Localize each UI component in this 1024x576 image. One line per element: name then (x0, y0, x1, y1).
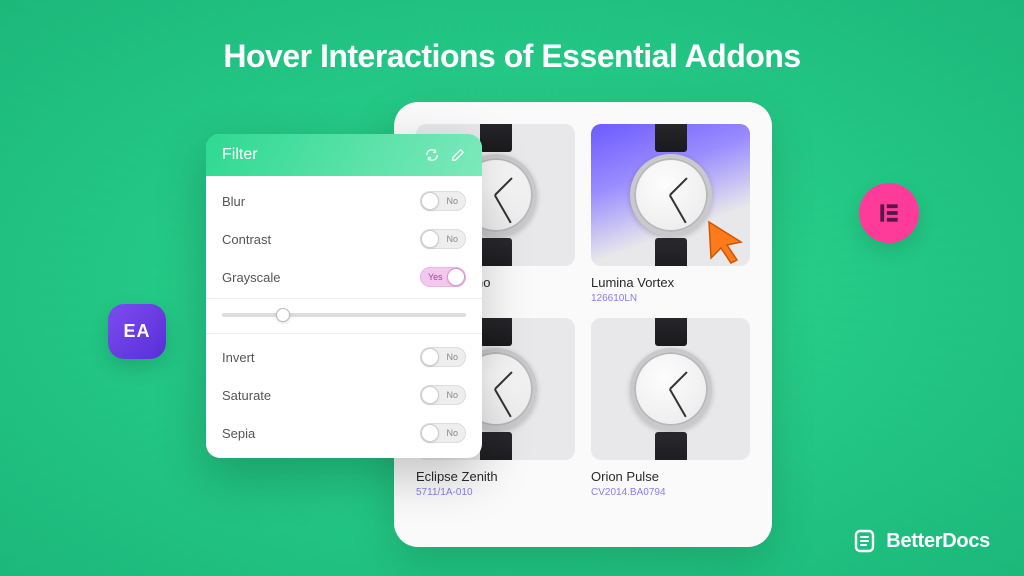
refresh-icon[interactable] (424, 147, 440, 163)
toggle-invert[interactable]: No (420, 347, 466, 367)
elementor-badge (859, 183, 919, 243)
filter-panel: Filter Blur No Contrast (206, 134, 482, 458)
edit-icon[interactable] (450, 147, 466, 163)
product-name: Orion Pulse (591, 469, 750, 484)
filter-row-invert: Invert No (206, 338, 482, 376)
product-sku: 126610LN (591, 293, 750, 304)
filter-row-grayscale: Grayscale Yes (206, 258, 482, 296)
elementor-icon (876, 200, 902, 226)
grayscale-slider[interactable] (222, 313, 466, 317)
filter-row-sepia: Sepia No (206, 414, 482, 452)
filter-label: Sepia (222, 426, 255, 441)
betterdocs-brand: BetterDocs (852, 528, 990, 554)
filter-label: Invert (222, 350, 255, 365)
betterdocs-icon (852, 528, 878, 554)
filter-row-blur: Blur No (206, 182, 482, 220)
filter-slider-row (206, 298, 482, 334)
toggle-blur[interactable]: No (420, 191, 466, 211)
toggle-contrast[interactable]: No (420, 229, 466, 249)
toggle-grayscale[interactable]: Yes (420, 267, 466, 287)
product-tile[interactable]: Orion Pulse CV2014.BA0794 (591, 318, 750, 498)
product-tile[interactable]: Lumina Vortex 126610LN (591, 124, 750, 304)
filter-label: Blur (222, 194, 245, 209)
filter-title: Filter (222, 146, 258, 164)
product-thumb-hovered (591, 124, 750, 266)
filter-label: Contrast (222, 232, 271, 247)
essential-addons-badge: EA (108, 304, 166, 359)
filter-label: Saturate (222, 388, 271, 403)
product-thumb (591, 318, 750, 460)
product-name: Lumina Vortex (591, 275, 750, 290)
page-title: Hover Interactions of Essential Addons (223, 38, 800, 75)
toggle-saturate[interactable]: No (420, 385, 466, 405)
filter-row-contrast: Contrast No (206, 220, 482, 258)
ea-badge-text: EA (123, 321, 150, 342)
product-name: Eclipse Zenith (416, 469, 575, 484)
filter-panel-header: Filter (206, 134, 482, 176)
filter-label: Grayscale (222, 270, 281, 285)
toggle-sepia[interactable]: No (420, 423, 466, 443)
filter-row-saturate: Saturate No (206, 376, 482, 414)
product-sku: 5711/1A-010 (416, 487, 575, 498)
product-sku: CV2014.BA0794 (591, 487, 750, 498)
betterdocs-name: BetterDocs (886, 530, 990, 553)
